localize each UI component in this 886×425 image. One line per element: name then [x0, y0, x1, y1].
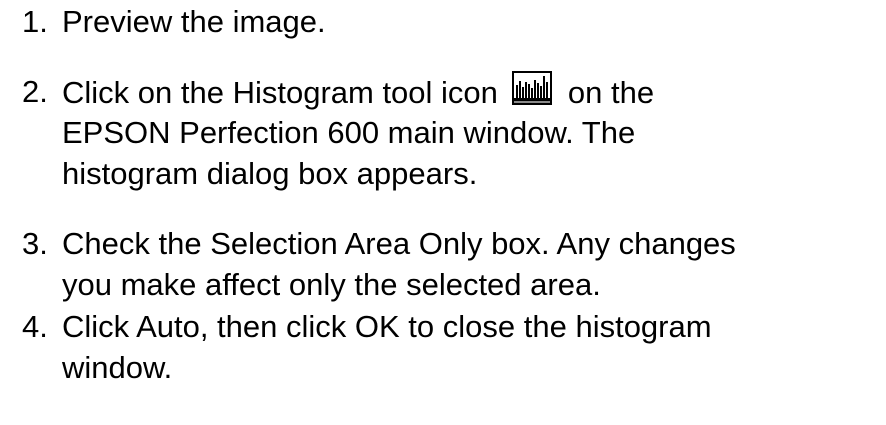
step-line: histogram dialog box appears.: [62, 156, 478, 191]
step-line: Click on the Histogram tool icon on the: [62, 71, 886, 112]
step-line: window.: [62, 350, 173, 385]
step-line: you make affect only the selected area.: [62, 267, 601, 302]
step-text: Check the Selection Area Only box. Any c…: [62, 223, 886, 305]
step-line: Check the Selection Area Only box. Any c…: [62, 226, 736, 261]
step-line: Preview the image.: [62, 4, 326, 39]
step-text: Click Auto, then click OK to close the h…: [62, 306, 886, 388]
step-number: 2.: [22, 74, 48, 109]
step-text: Preview the image.: [62, 1, 886, 42]
step-number: 1.: [22, 4, 48, 39]
step-text: Click on the Histogram tool icon on the …: [62, 71, 886, 194]
step-number: 4.: [22, 309, 48, 344]
histogram-tool-icon: [511, 71, 552, 105]
step-number: 3.: [22, 226, 48, 261]
step-line-text-after-icon: on the: [567, 75, 655, 110]
step-line-text-before-icon: Click on the Histogram tool icon: [62, 75, 498, 110]
step-line: EPSON Perfection 600 main window. The: [62, 115, 636, 150]
step-line: Click Auto, then click OK to close the h…: [62, 309, 712, 344]
